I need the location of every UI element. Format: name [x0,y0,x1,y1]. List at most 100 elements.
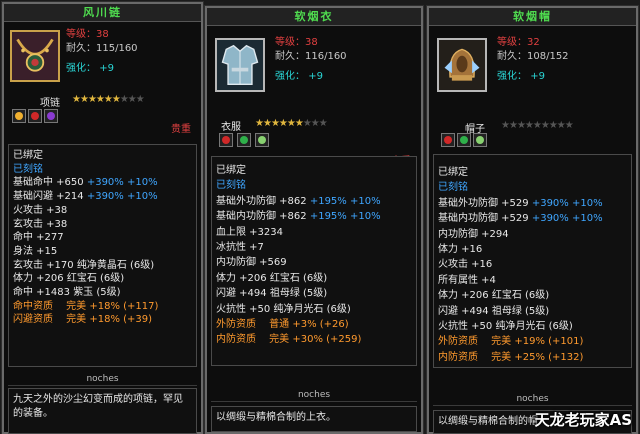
item-tooltip-hat: 软烟帽 等级：32 耐久：108/152 强化： +9 帽子 ★★★★★★★★★… [426,5,639,434]
gem-slots: 贵重 [207,132,421,167]
star-icon: ★ [286,118,296,129]
gem-slot-icon[interactable] [457,133,471,147]
attribute-text: 红宝石 (6级) [491,290,550,302]
attribute-text: 命中资质 完美 +18% (+117) [13,300,159,312]
star-icon: ★ [72,94,81,105]
item-title: 软烟帽 [429,8,636,26]
item-description: 以绸缎与精棉合制的上衣。 [211,406,417,432]
star-icon: ★ [119,94,129,105]
gem-slot-icon[interactable] [237,133,251,147]
item-tooltip-necklace: 风川链 等级：38 耐久：115/160 强化： +9 项链 ★★★★★★★★★… [1,1,204,434]
attribute-text: 祖母绿 (5级) [269,288,328,300]
gem-slot-icon[interactable] [44,109,58,123]
attribute-line: 所有属性 +4 [438,273,627,288]
star-icon: ★ [532,120,542,131]
star-icon: ★ [79,94,89,105]
attribute-text: 基础内功防御 +862 [216,211,310,223]
attribute-text: 命中 +1483 [13,287,74,299]
star-rating: ★★★★★★★★★ [72,94,145,105]
attribute-line: 基础内功防御 +529 +390% +10% [438,211,627,226]
gem-slots: 贵重 [4,108,201,135]
star-icon: ★ [127,94,137,105]
attribute-text: 祖母绿 (5级) [491,305,550,317]
attribute-line: 内功防御 +294 [438,227,627,242]
durability-row: 耐久：115/160 [66,43,138,54]
attribute-line: 体力 +16 [438,242,627,257]
attribute-text: 已绑定 [13,150,43,161]
attribute-line: 基础外功防御 +862 +195% +10% [216,194,412,209]
star-icon: ★ [270,118,280,129]
star-icon: ★ [111,94,121,105]
armor-icon[interactable] [215,38,265,92]
attribute-line: 体力 +206 红宝石 (6级) [13,272,192,286]
enhance-row: 强化： +9 [497,71,545,82]
attribute-line: 外防资质 完美 +19% (+101) [438,334,627,349]
star-icon: ★ [255,118,264,129]
attribute-text: 火抗性 +50 [438,321,496,333]
attribute-text: 基础闪避 +214 [13,191,87,203]
attribute-text: 内功防御 +294 [438,228,509,240]
attribute-text: 已绑定 [216,165,246,176]
gem-slot-icon[interactable] [12,109,26,123]
crafter-name: noches [433,392,632,406]
attribute-text: 内防资质 完美 +30% (+259) [216,334,362,346]
item-tooltip-armor: 软烟衣 等级：38 耐久：116/160 强化： +9 衣服 ★★★★★★★★★… [204,5,424,434]
gem-slot-icon[interactable] [28,109,42,123]
attribute-text: 纯净月光石 (6级) [495,321,573,333]
attribute-line: 体力 +206 红宝石 (6级) [438,288,627,303]
item-title: 软烟衣 [207,8,421,26]
star-icon: ★ [501,120,510,131]
gem-slot-icon[interactable] [441,133,455,147]
attribute-text: 玄攻击 +170 [13,259,77,271]
hat-icon[interactable] [437,38,487,92]
attribute-text: +195% +10% [309,211,381,223]
crafter-name: noches [211,388,417,402]
attribute-text: 所有属性 +4 [438,274,496,286]
attribute-line: 已刻铭 [216,178,412,193]
attribute-line: 已绑定 [13,149,192,163]
attribute-line: 闪避 +494 祖母绿 (5级) [216,286,412,301]
attribute-list: 已绑定 已刻铭 基础外功防御 +862 +195% +10% 基础内功防御 +862 … [211,156,417,366]
attribute-line: 已刻铭 [438,180,627,195]
attribute-text: 内功防御 +569 [216,257,287,269]
gem-slot-icon[interactable] [255,133,269,147]
star-rating: ★★★★★★★★★ [255,118,328,129]
star-icon: ★ [87,94,97,105]
star-icon: ★ [310,118,320,129]
gem-slot-icon[interactable] [473,133,487,147]
star-icon: ★ [548,120,558,131]
attribute-text: 火攻击 +38 [13,204,68,216]
attribute-text: +390% +10% [531,213,603,225]
attribute-line: 命中资质 完美 +18% (+117) [13,300,192,314]
attribute-text: 外防资质 完美 +19% (+101) [438,336,584,348]
attribute-line: 火抗性 +50 纯净月光石 (6级) [216,302,412,317]
gem-slots: 贵重 [429,132,636,167]
attribute-line: 命中 +277 [13,231,192,245]
attribute-text: 已刻铭 [216,180,246,192]
star-icon: ★ [318,118,328,129]
attribute-line: 火攻击 +38 [13,204,192,218]
attribute-text: 红宝石 (6级) [269,272,328,284]
attribute-line: 基础闪避 +214 +390% +10% [13,190,192,204]
attribute-text: 体力 +206 [438,290,492,302]
necklace-icon[interactable] [10,30,60,82]
gem-slot-icon[interactable] [219,133,233,147]
attribute-text: 红宝石 (6级) [66,273,125,285]
watermark-text: 天龙老玩家AS [534,411,632,429]
level-row: 等级：38 [275,37,318,48]
attribute-text: 冰抗性 +7 [216,242,264,254]
durability-row: 耐久：108/152 [497,51,569,62]
attribute-text: 身法 +15 [13,245,58,257]
level-row: 等级：32 [497,37,540,48]
star-icon: ★ [262,118,272,129]
attribute-text: 纯净月光石 (6级) [273,303,351,315]
attribute-text: 纯净黄晶石 (6级) [76,259,155,271]
attribute-text: 基础内功防御 +529 [438,213,532,225]
attribute-text: 体力 +206 [216,272,270,284]
attribute-line: 基础命中 +650 +390% +10% [13,176,192,190]
attribute-line: 外防资质 普通 +3% (+26) [216,317,412,332]
attribute-text: 基础外功防御 +862 [216,195,310,207]
star-icon: ★ [302,118,312,129]
attribute-text: 已刻铭 [438,182,468,194]
attribute-line: 冰抗性 +7 [216,240,412,255]
